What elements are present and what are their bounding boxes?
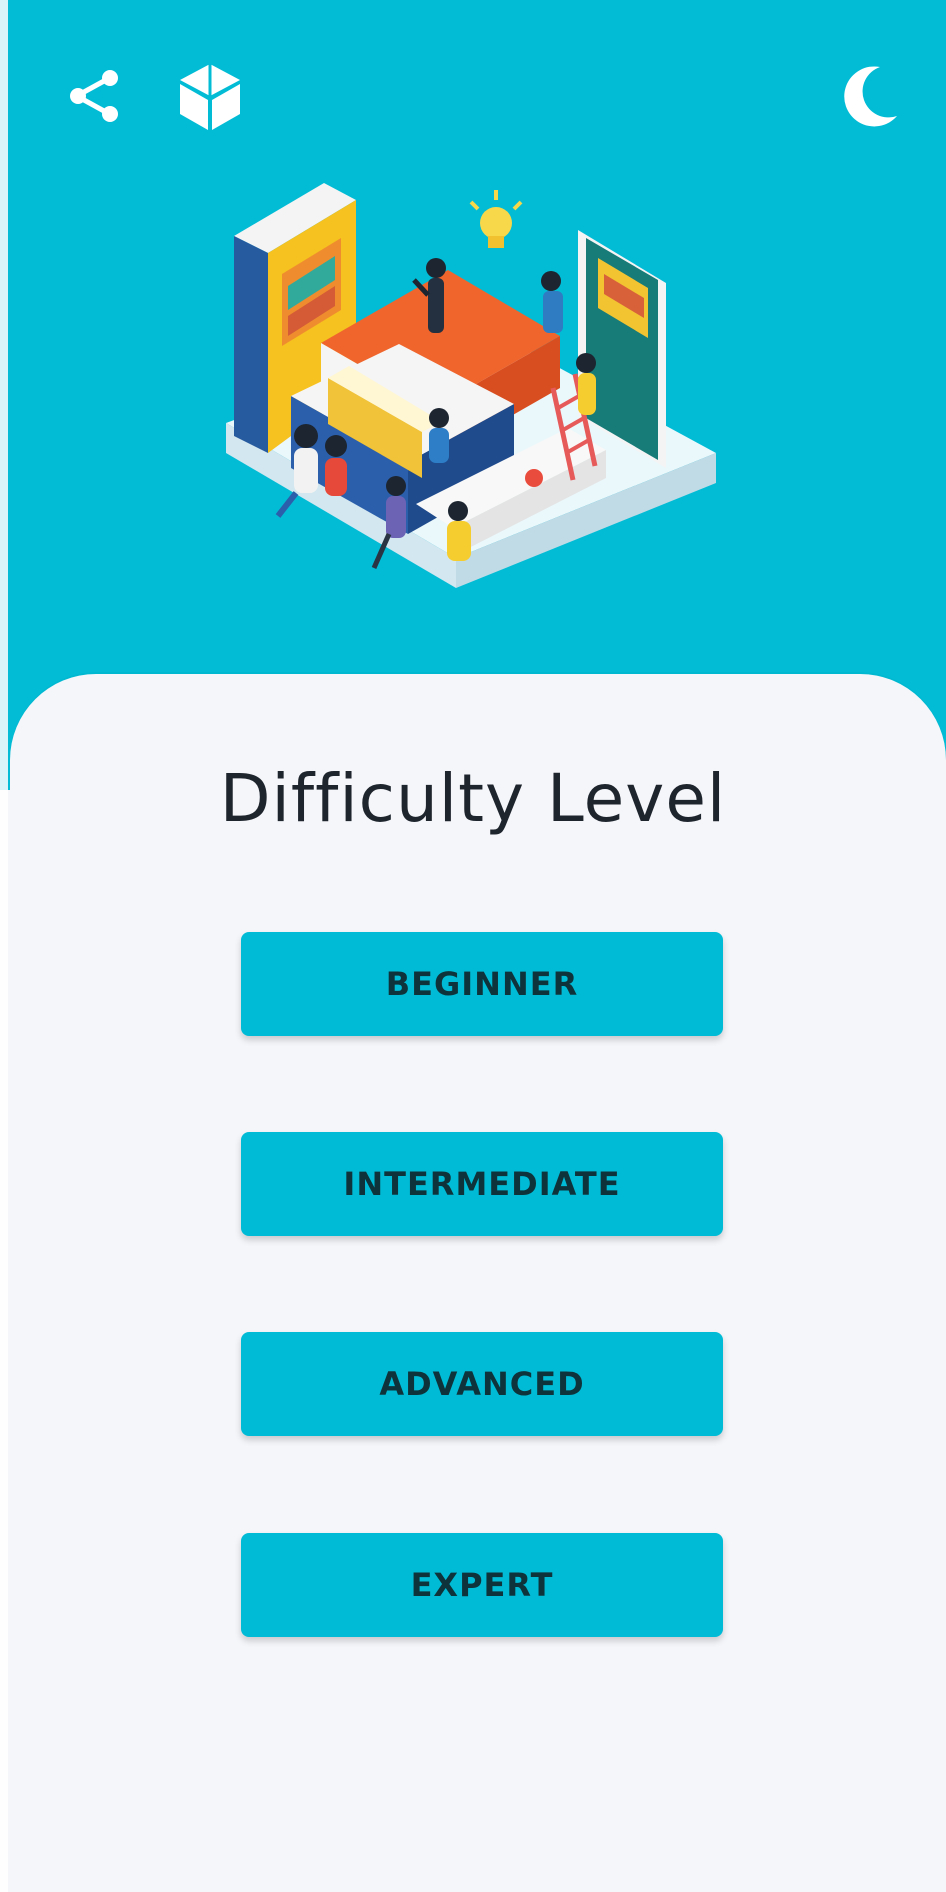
difficulty-card bbox=[10, 674, 946, 1892]
intermediate-button[interactable]: INTERMEDIATE bbox=[241, 1132, 723, 1236]
page-title: Difficulty Level bbox=[219, 760, 727, 837]
expert-button[interactable]: EXPERT bbox=[241, 1533, 723, 1637]
cube-icon bbox=[180, 64, 240, 130]
share-icon bbox=[70, 70, 118, 122]
library-study-illustration bbox=[226, 183, 716, 588]
screen-edge bbox=[0, 0, 8, 1892]
header-panel bbox=[0, 0, 946, 790]
share-button[interactable] bbox=[48, 50, 140, 142]
difficulty-level-screen: Difficulty Level BEGINNER INTERMEDIATE A… bbox=[0, 0, 946, 1892]
theme-toggle-button[interactable] bbox=[822, 50, 914, 142]
moon-icon bbox=[844, 66, 897, 127]
cube-button[interactable] bbox=[164, 50, 256, 142]
beginner-button[interactable]: BEGINNER bbox=[241, 932, 723, 1036]
advanced-button[interactable]: ADVANCED bbox=[241, 1332, 723, 1436]
